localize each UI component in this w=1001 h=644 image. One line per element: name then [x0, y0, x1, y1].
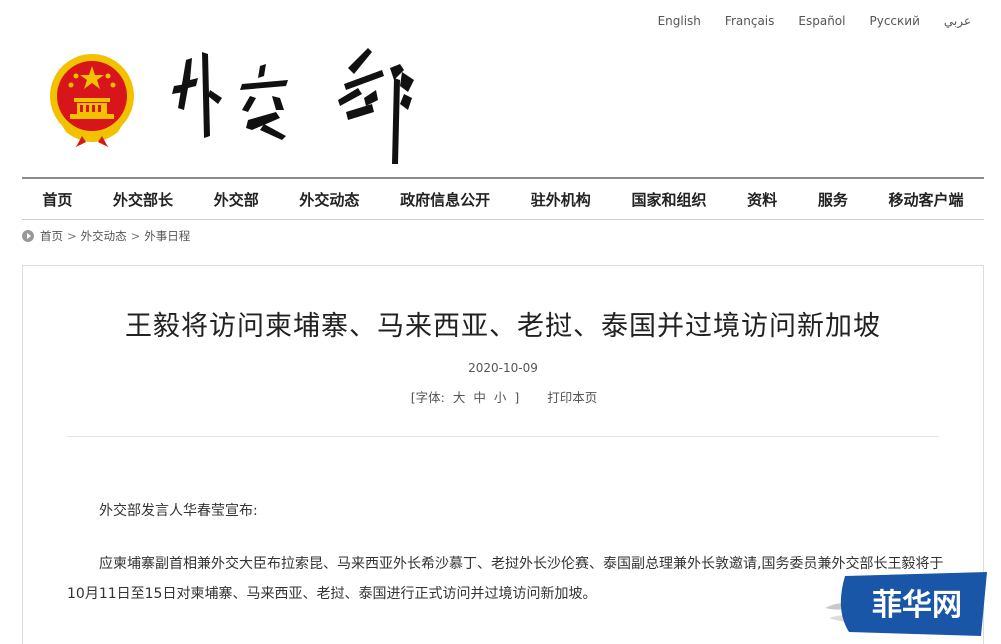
article-title: 王毅将访问柬埔寨、马来西亚、老挝、泰国并过境访问新加坡: [125, 311, 881, 342]
font-size-medium-button[interactable]: 中: [473, 390, 486, 405]
watermark-text: 菲华网: [872, 588, 962, 623]
font-size-controls: [字体: 大 中 小 ]: [409, 387, 521, 406]
print-page-link[interactable]: 打印本页: [547, 387, 597, 406]
font-size-small-button[interactable]: 小: [494, 390, 507, 405]
lang-french[interactable]: Français: [725, 14, 774, 28]
nav-item-missions[interactable]: 驻外机构: [527, 189, 595, 210]
national-emblem-icon[interactable]: [46, 52, 138, 148]
watermark-logo: 菲华网: [825, 572, 987, 636]
lang-english[interactable]: English: [658, 14, 701, 28]
nav-item-gov-info[interactable]: 政府信息公开: [396, 189, 494, 210]
breadcrumb-separator: >: [67, 229, 77, 243]
nav-item-mobile-client[interactable]: 移动客户端: [885, 189, 968, 210]
lang-arabic[interactable]: عربي: [944, 14, 971, 28]
nav-item-resources[interactable]: 资料: [743, 189, 781, 210]
article-date: 2020-10-09: [468, 361, 538, 375]
ministry-calligraphy-logo[interactable]: [168, 40, 428, 170]
nav-item-ministry[interactable]: 外交部: [210, 189, 263, 210]
article-paragraph: 应柬埔寨副首相兼外交大臣布拉索昆、马来西亚外长希沙慕丁、老挝外长沙伦赛、泰国副总…: [67, 556, 944, 602]
nav-item-services[interactable]: 服务: [814, 189, 852, 210]
article-paragraph: 外交部发言人华春莹宣布:: [99, 503, 258, 519]
nav-item-home[interactable]: 首页: [38, 189, 76, 210]
article-divider: [67, 436, 939, 437]
breadcrumb-diplomatic-news[interactable]: 外交动态: [81, 228, 127, 244]
breadcrumb-foreign-affairs-schedule[interactable]: 外事日程: [144, 228, 190, 244]
breadcrumb-arrow-icon: [22, 230, 34, 242]
font-size-label: [字体:: [410, 390, 445, 405]
language-bar: English Français Español Русский عربي: [658, 14, 971, 28]
nav-item-foreign-minister[interactable]: 外交部长: [109, 189, 177, 210]
breadcrumb: 首页 > 外交动态 > 外事日程: [22, 228, 190, 244]
breadcrumb-separator: >: [130, 229, 141, 243]
breadcrumb-home[interactable]: 首页: [40, 228, 63, 244]
font-size-large-button[interactable]: 大: [453, 390, 466, 405]
nav-item-diplomatic-news[interactable]: 外交动态: [295, 189, 363, 210]
font-size-close-bracket: ]: [514, 390, 520, 405]
lang-russian[interactable]: Русский: [869, 14, 919, 28]
lang-spanish[interactable]: Español: [798, 14, 845, 28]
main-nav: 首页 外交部长 外交部 外交动态 政府信息公开 驻外机构 国家和组织 资料 服务…: [22, 177, 984, 220]
nav-item-countries[interactable]: 国家和组织: [627, 189, 710, 210]
article-tools: [字体: 大 中 小 ] 打印本页: [23, 387, 983, 406]
